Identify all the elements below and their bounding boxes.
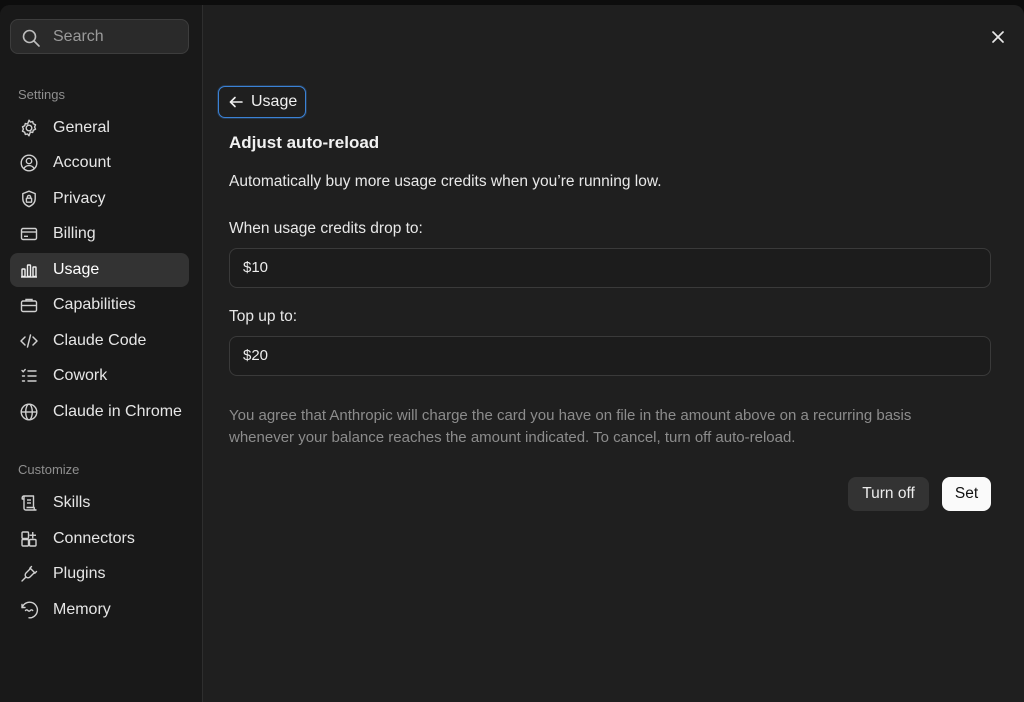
search-placeholder: Search — [53, 28, 104, 45]
scroll-icon — [21, 495, 37, 511]
sidebar-item-label: Connectors — [53, 530, 135, 547]
turn-off-button[interactable]: Turn off — [848, 477, 929, 511]
sidebar-item-claude-in-chrome[interactable]: Claude in Chrome — [10, 395, 189, 429]
sidebar-item-privacy[interactable]: Privacy — [10, 182, 189, 216]
sidebar-item-memory[interactable]: Memory — [10, 593, 189, 627]
page-title: Adjust auto-reload — [229, 133, 380, 152]
plug-icon — [21, 565, 38, 582]
sidebar-item-label: Capabilities — [53, 296, 136, 313]
sidebar: Search Settings General Account Privacy — [0, 5, 203, 702]
sidebar-item-claude-code[interactable]: Claude Code — [10, 324, 189, 358]
threshold-input[interactable]: $10 — [229, 248, 991, 288]
sidebar-item-label: General — [53, 119, 110, 136]
sidebar-item-label: Memory — [53, 601, 111, 618]
sidebar-item-account[interactable]: Account — [10, 146, 189, 180]
code-icon — [20, 334, 38, 348]
sidebar-item-billing[interactable]: Billing — [10, 217, 189, 251]
shield-lock-icon — [22, 190, 36, 208]
billing-agreement-note: You agree that Anthropic will charge the… — [229, 407, 912, 446]
credit-card-icon — [20, 227, 38, 241]
sidebar-item-label: Plugins — [53, 565, 106, 582]
set-button[interactable]: Set — [942, 477, 991, 511]
sidebar-item-label: Claude in Chrome — [53, 403, 182, 420]
sidebar-item-connectors[interactable]: Connectors — [10, 522, 189, 556]
back-to-usage-button[interactable]: Usage — [218, 86, 306, 118]
briefcase-icon — [20, 298, 38, 313]
threshold-label: When usage credits drop to: — [229, 220, 423, 237]
close-icon — [992, 31, 1004, 43]
back-button-label: Usage — [251, 93, 298, 110]
memory-icon — [21, 601, 39, 619]
arrow-left-icon — [229, 96, 243, 108]
search-icon — [22, 29, 40, 47]
grid-plus-icon — [21, 531, 37, 547]
checklist-icon — [21, 368, 37, 382]
sidebar-item-plugins[interactable]: Plugins — [10, 557, 189, 591]
sidebar-item-skills[interactable]: Skills — [10, 486, 189, 520]
sidebar-item-cowork[interactable]: Cowork — [10, 359, 189, 393]
sidebar-item-label: Cowork — [53, 367, 108, 384]
customize-section-label: Customize — [18, 462, 80, 477]
sidebar-item-label: Privacy — [53, 190, 106, 207]
sidebar-item-usage[interactable]: Usage — [10, 253, 189, 287]
sidebar-item-capabilities[interactable]: Capabilities — [10, 288, 189, 322]
bar-chart-icon — [21, 264, 37, 278]
sidebar-item-general[interactable]: General — [10, 111, 189, 145]
settings-section-label: Settings — [18, 87, 65, 102]
sidebar-item-label: Billing — [53, 225, 96, 242]
gear-icon — [21, 119, 37, 137]
sidebar-item-label: Claude Code — [53, 332, 147, 349]
settings-window: Search Settings General Account Privacy — [0, 5, 1024, 702]
sidebar-item-label: Usage — [53, 261, 100, 278]
search-input[interactable]: Search — [10, 19, 189, 54]
topup-value: $20 — [243, 347, 269, 364]
sidebar-item-label: Skills — [53, 494, 91, 511]
threshold-value: $10 — [243, 259, 269, 276]
sidebar-item-label: Account — [53, 154, 111, 171]
topup-label: Top up to: — [229, 308, 298, 325]
user-circle-icon — [20, 154, 38, 172]
close-button[interactable] — [986, 25, 1010, 49]
topup-input[interactable]: $20 — [229, 336, 991, 376]
page-description: Automatically buy more usage credits whe… — [229, 173, 662, 190]
globe-icon — [20, 403, 38, 421]
